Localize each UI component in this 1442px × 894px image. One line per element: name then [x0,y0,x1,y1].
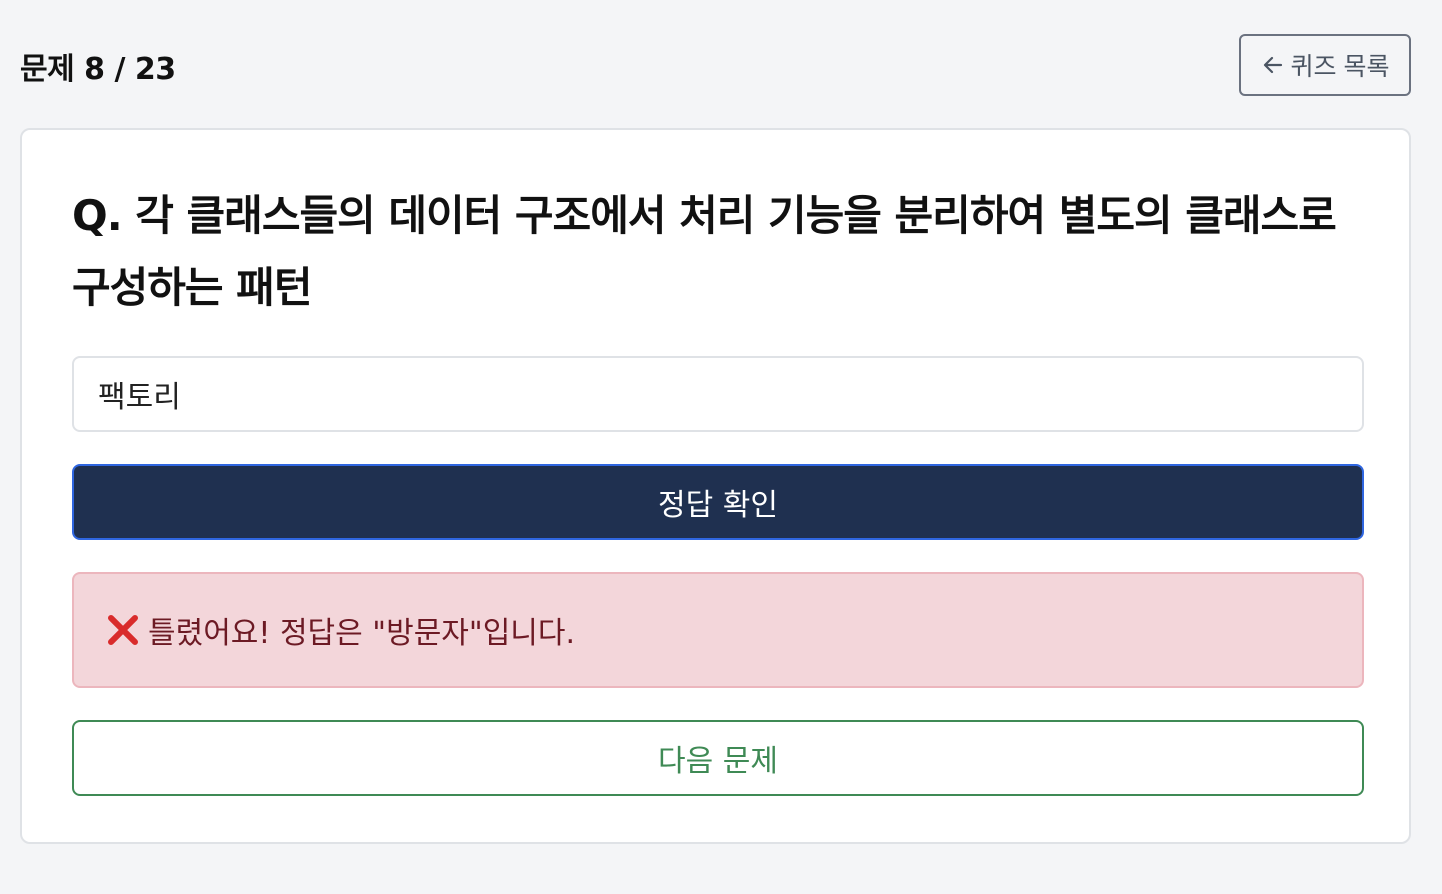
quiz-list-button[interactable]: 퀴즈 목록 [1239,34,1411,96]
question-text: Q. 각 클래스들의 데이터 구조에서 처리 기능을 분리하여 별도의 클래스로… [72,191,1337,312]
check-answer-button[interactable]: 정답 확인 [72,464,1364,540]
quiz-card: Q. 각 클래스들의 데이터 구조에서 처리 기능을 분리하여 별도의 클래스로… [20,128,1411,844]
quiz-list-label: 퀴즈 목록 [1290,53,1390,81]
result-message: 틀렸어요! 정답은 "방문자"입니다. [148,616,576,651]
result-alert: 틀렸어요! 정답은 "방문자"입니다. [72,572,1364,688]
answer-input[interactable] [72,356,1364,432]
next-question-button[interactable]: 다음 문제 [72,720,1364,796]
question-progress: 문제 8 / 23 [20,52,176,87]
cross-mark-icon [108,615,138,645]
arrow-left-icon [1263,56,1282,74]
